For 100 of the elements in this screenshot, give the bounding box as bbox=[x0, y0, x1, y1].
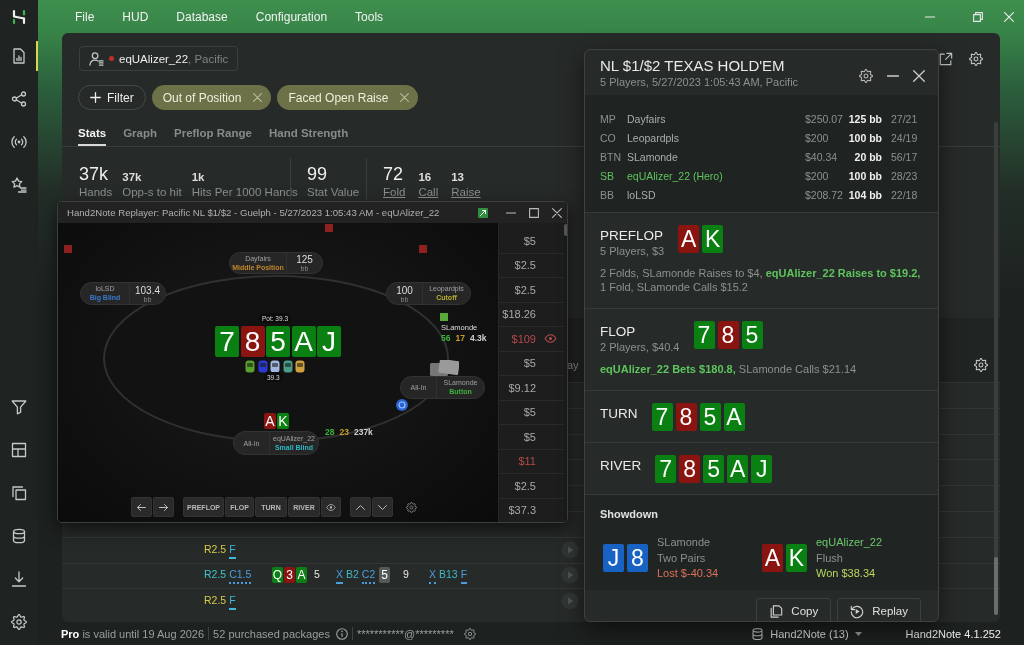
show-cards-button[interactable] bbox=[321, 497, 341, 517]
back-button[interactable] bbox=[131, 497, 152, 517]
amount-text: $5 bbox=[523, 430, 536, 443]
window-title: Hand2Note Replayer: Pacific NL $1/$2 - Guelph - 5/27/2023 1:05:43 AM - eqUAlizer_22 bbox=[67, 207, 441, 218]
stat-link[interactable]: Fold bbox=[383, 185, 406, 200]
replay-icon bbox=[850, 603, 865, 619]
chevron-up-icon bbox=[356, 504, 365, 510]
panel-button[interactable]: Copy bbox=[756, 597, 832, 621]
action-token: B13 bbox=[439, 567, 458, 583]
diagonal-arrow-icon[interactable] bbox=[478, 207, 488, 218]
arrow-left-icon bbox=[137, 503, 146, 511]
stat-value: 13 bbox=[451, 170, 465, 185]
settings-icon[interactable] bbox=[406, 501, 417, 513]
minimize-icon[interactable] bbox=[506, 211, 516, 214]
playing-card: A bbox=[264, 413, 276, 429]
panel-button[interactable]: Replay bbox=[837, 597, 921, 621]
stat-value: 1k bbox=[191, 170, 206, 185]
scroll-thumb[interactable] bbox=[564, 224, 567, 236]
street-name: TURN bbox=[600, 406, 638, 422]
player-name: eqUAlizer_22 (Hero) bbox=[627, 169, 724, 182]
previous-hand-button[interactable] bbox=[350, 497, 371, 517]
chip-icon bbox=[295, 360, 305, 373]
settings-icon[interactable] bbox=[463, 627, 476, 640]
amount-text: $2.5 bbox=[514, 479, 536, 492]
hud-stat: 4.3k bbox=[469, 333, 487, 343]
user-icon bbox=[89, 51, 104, 66]
info-icon[interactable] bbox=[335, 627, 348, 640]
player-stats: 27/21 bbox=[890, 112, 919, 125]
database-selector[interactable]: Hand2Note (13) bbox=[751, 626, 862, 641]
stack-bb: 20 bb bbox=[853, 150, 882, 163]
license-text: Pro is valid until 19 Aug 2026 bbox=[61, 627, 205, 640]
stat-label: Stat Value bbox=[307, 185, 360, 200]
menu-item[interactable]: Database bbox=[176, 9, 228, 24]
action-token: F bbox=[229, 540, 236, 559]
playing-card: 7 bbox=[655, 455, 677, 483]
playing-card: A bbox=[727, 455, 749, 483]
player-name: loLSD bbox=[627, 188, 657, 201]
menu-item[interactable]: Tools bbox=[355, 9, 384, 24]
playing-card: 5 bbox=[266, 326, 290, 357]
player-selector[interactable]: eqUAlizer_22, Pacific bbox=[79, 46, 239, 71]
amount-text: $2.5 bbox=[514, 283, 536, 296]
filter-chip[interactable]: Faced Open Raise bbox=[277, 85, 419, 110]
maximize-icon[interactable] bbox=[529, 207, 539, 218]
playing-card: 5 bbox=[703, 455, 725, 483]
stack-money: $200 bbox=[805, 131, 830, 144]
database-icon bbox=[11, 527, 27, 544]
hud-stat: 23 bbox=[339, 427, 349, 437]
action-token: R2.5 bbox=[204, 567, 227, 583]
hand-rank: Two Pairs bbox=[657, 550, 707, 566]
action-token: C1.5 bbox=[229, 566, 252, 585]
playing-card: 8 bbox=[675, 403, 697, 431]
caret-icon bbox=[854, 631, 862, 636]
close-icon bbox=[1004, 11, 1014, 22]
settings-icon[interactable] bbox=[969, 51, 983, 66]
minimize-icon bbox=[925, 15, 935, 18]
stat-link[interactable]: Raise bbox=[451, 185, 481, 200]
stat-value: 37k bbox=[79, 163, 110, 185]
tab[interactable]: Preflop Range bbox=[174, 121, 252, 146]
scroll-thumb[interactable] bbox=[994, 557, 998, 615]
stat-link[interactable]: Call bbox=[418, 185, 439, 200]
settings-icon bbox=[11, 613, 27, 630]
street-actions: eqUAlizer_22 Bets $180.8, SLamonde Calls $21.14 bbox=[600, 362, 858, 377]
copy-icon bbox=[769, 603, 784, 619]
settings-icon[interactable] bbox=[859, 69, 873, 83]
street-info: 2 Players, $40.4 bbox=[600, 340, 680, 354]
player-name: SLamonde bbox=[627, 150, 679, 163]
close-icon[interactable] bbox=[913, 70, 925, 82]
result-text: Lost $-40.34 bbox=[657, 566, 719, 581]
filter-icon bbox=[11, 398, 27, 415]
tab[interactable]: Graph bbox=[123, 121, 157, 146]
external-window-icon[interactable] bbox=[939, 51, 953, 66]
tab[interactable]: Stats bbox=[78, 121, 107, 146]
amount-text: $2.5 bbox=[514, 259, 536, 272]
filter-chip[interactable]: Out of Position bbox=[151, 85, 272, 110]
amount-text: $37.3 bbox=[508, 504, 536, 517]
column-header: ay bbox=[567, 359, 579, 371]
amount-text: $5 bbox=[523, 234, 536, 247]
amount-text: $18.26 bbox=[502, 308, 536, 321]
next-hand-button[interactable] bbox=[372, 497, 393, 517]
player-name: Dayfairs bbox=[627, 112, 667, 125]
playing-card: J bbox=[603, 544, 624, 573]
close-icon[interactable] bbox=[552, 207, 562, 218]
card-backs-icon bbox=[429, 360, 459, 376]
player-stats: 28/23 bbox=[890, 169, 919, 182]
hud-stat: 56 bbox=[441, 333, 451, 343]
menu-item[interactable]: Configuration bbox=[255, 9, 328, 24]
playing-card: 8 bbox=[717, 321, 739, 349]
street-name: RIVER bbox=[600, 458, 642, 474]
playing-card: 8 bbox=[679, 455, 701, 483]
playing-card: 3 bbox=[284, 567, 295, 584]
menu-item[interactable]: File bbox=[75, 9, 95, 24]
menu-item[interactable]: HUD bbox=[122, 9, 149, 24]
player-stats: 24/19 bbox=[890, 131, 919, 144]
playing-card: A bbox=[291, 326, 316, 357]
forward-button[interactable] bbox=[153, 497, 174, 517]
chip-icon bbox=[257, 360, 268, 373]
stack-money: $208.72 bbox=[805, 188, 843, 201]
settings-icon[interactable] bbox=[974, 358, 988, 372]
tab[interactable]: Hand Strength bbox=[268, 121, 349, 146]
playing-card: 5 bbox=[379, 567, 390, 584]
